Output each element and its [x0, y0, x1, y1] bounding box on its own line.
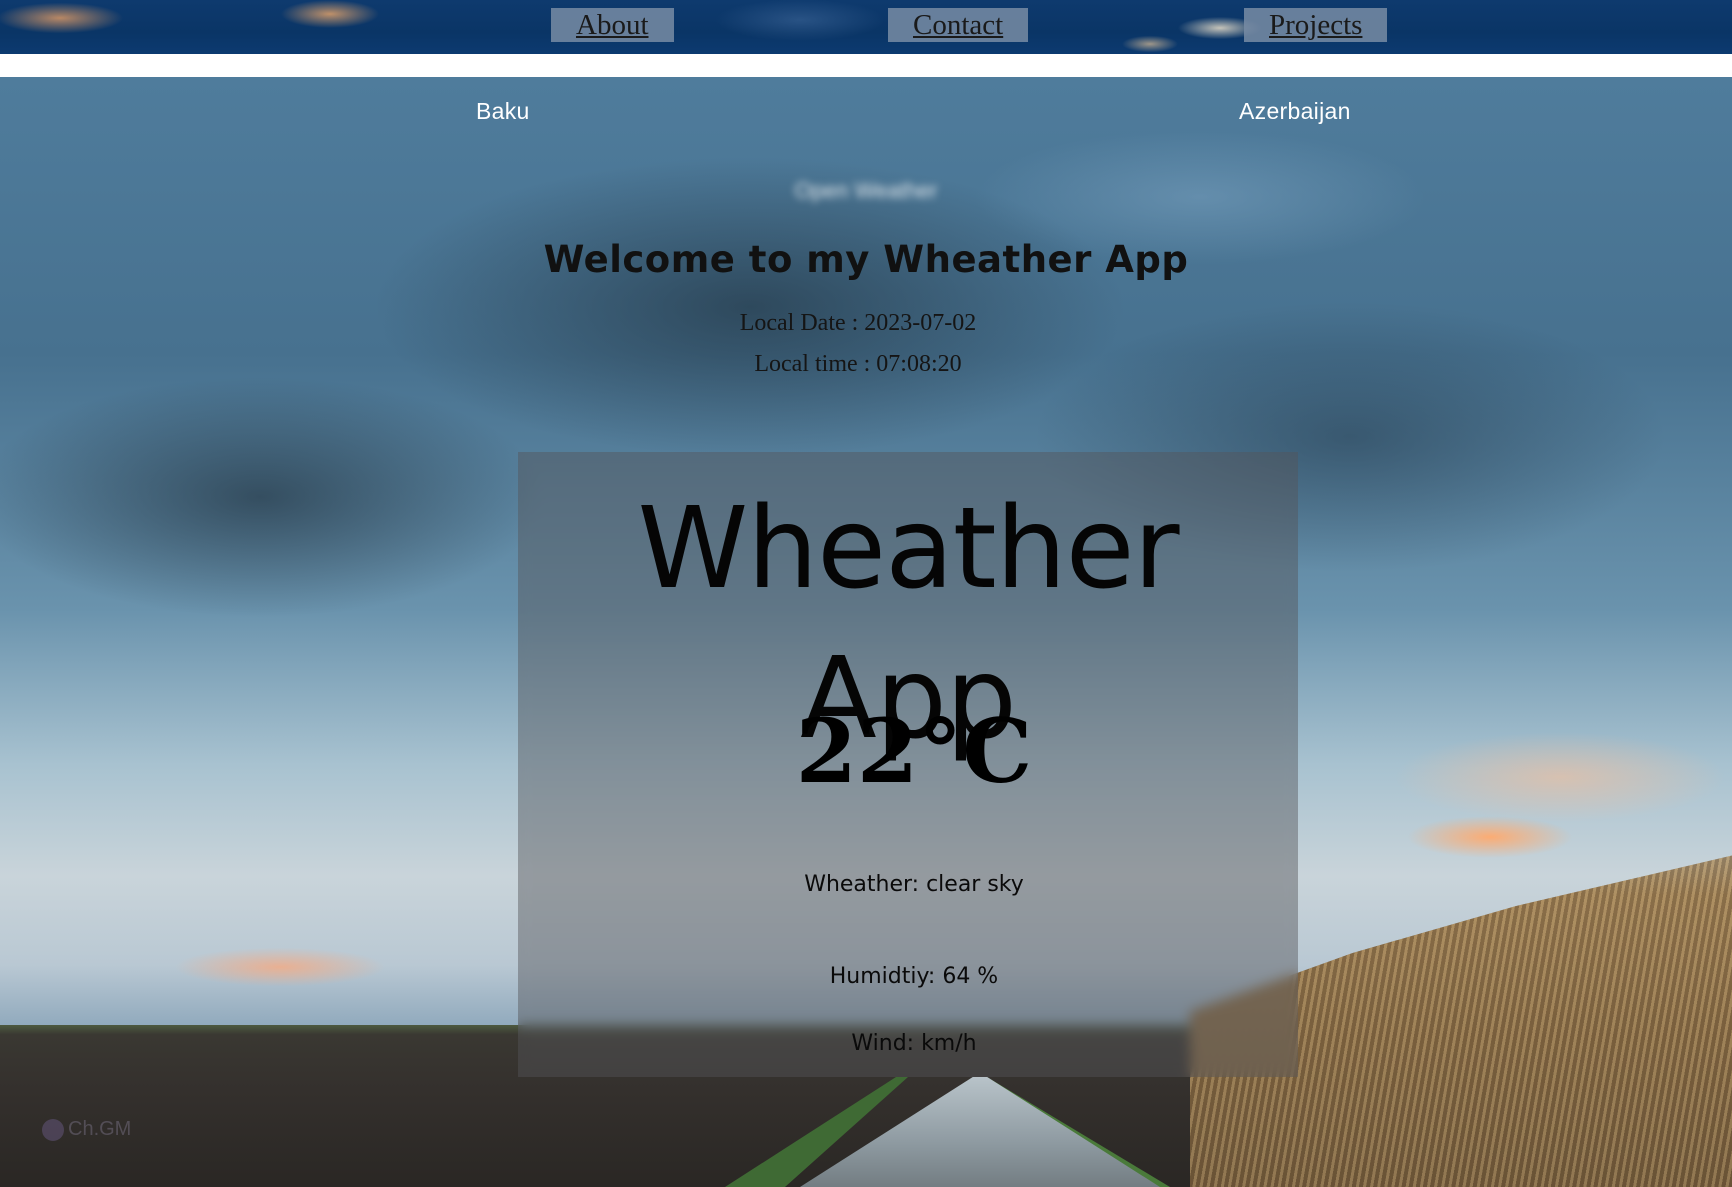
- nav-link-projects[interactable]: Projects: [1244, 8, 1388, 42]
- local-time: Local time : 07:08:20: [754, 351, 962, 377]
- humidity-value: Humidtiy: 64 %: [829, 964, 999, 989]
- temperature-value: 22°C: [795, 699, 1033, 803]
- nav-link-about[interactable]: About: [551, 8, 674, 42]
- watermark-logo-icon: [42, 1118, 64, 1141]
- watermark: Ch.GM: [42, 1118, 131, 1141]
- watermark-text: Ch.GM: [68, 1118, 132, 1140]
- local-date: Local Date : 2023-07-02: [739, 310, 977, 336]
- top-nav: About Contact Projects: [0, 0, 1732, 54]
- weather-description: Wheather: clear sky: [804, 872, 1024, 897]
- country-name: Azerbaijan: [1239, 98, 1351, 124]
- weather-card: Wheather App 22°C Wheather: clear sky Hu…: [518, 452, 1298, 1077]
- wind-value: Wind: km/h: [851, 1031, 977, 1056]
- blurred-site-title: Open Weather: [794, 178, 938, 203]
- nav-link-contact[interactable]: Contact: [888, 8, 1029, 42]
- city-name: Baku: [476, 98, 530, 124]
- welcome-heading: Welcome to my Wheather App: [543, 238, 1189, 281]
